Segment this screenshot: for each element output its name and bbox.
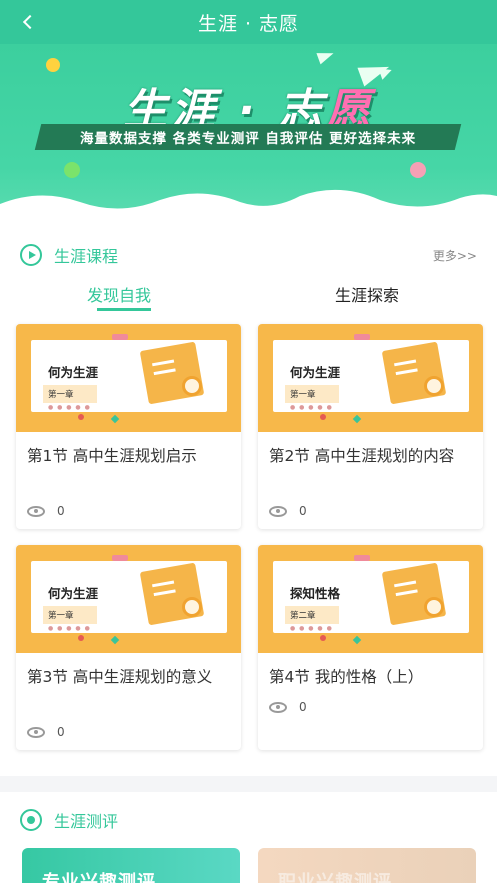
view-count: 0 bbox=[27, 504, 65, 518]
thumb-dots: ● ● ● ● ● bbox=[48, 404, 91, 411]
tab-discover-self[interactable]: 发现自我 bbox=[87, 282, 151, 306]
magnifier-icon bbox=[182, 376, 202, 396]
thumb-chapter: 第二章 bbox=[290, 611, 316, 621]
chevron-left-icon bbox=[22, 14, 38, 30]
course-card[interactable]: 何为生涯 第一章 ● ● ● ● ● 第2节 高中生涯规划的内容 0 bbox=[258, 324, 483, 529]
course-thumbnail: 何为生涯 第一章 ● ● ● ● ● bbox=[258, 324, 483, 432]
decor-ball bbox=[410, 162, 426, 178]
eye-icon bbox=[269, 701, 287, 713]
course-tabs: 发现自我 生涯探索 bbox=[0, 282, 497, 312]
top-bar: 生涯 · 志愿 bbox=[0, 0, 497, 44]
page: 生涯 · 志愿 生涯 · 志愿 海量数据支撑 各类专业测评 自我评估 更好选择未… bbox=[0, 0, 497, 883]
course-thumbnail: 何为生涯 第一章 ● ● ● ● ● bbox=[16, 324, 241, 432]
course-section: 生涯课程 更多>> 发现自我 生涯探索 何为生涯 第一章 ● ● ● ● ● 第… bbox=[0, 220, 497, 776]
eval-card-major-interest[interactable]: 专业兴趣测评 bbox=[22, 848, 240, 883]
paper-plane-icon bbox=[316, 47, 336, 65]
tab-career-explore[interactable]: 生涯探索 bbox=[335, 282, 399, 306]
thumb-chapter: 第一章 bbox=[290, 390, 316, 400]
thumb-chapter: 第一章 bbox=[48, 390, 74, 400]
view-count: 0 bbox=[269, 700, 307, 714]
magnifier-icon bbox=[182, 597, 202, 617]
eye-icon bbox=[269, 505, 287, 517]
course-card[interactable]: 何为生涯 第一章 ● ● ● ● ● 第3节 高中生涯规划的意义 0 bbox=[16, 545, 241, 750]
thumb-dots: ● ● ● ● ● bbox=[290, 404, 333, 411]
decor-ball bbox=[64, 162, 80, 178]
course-title: 第3节 高中生涯规划的意义 bbox=[27, 668, 213, 686]
view-count: 0 bbox=[27, 725, 65, 739]
more-link[interactable]: 更多>> bbox=[433, 247, 477, 264]
thumb-dots: ● ● ● ● ● bbox=[290, 625, 333, 632]
course-title: 第1节 高中生涯规划启示 bbox=[27, 447, 197, 465]
course-card[interactable]: 何为生涯 第一章 ● ● ● ● ● 第1节 高中生涯规划启示 0 bbox=[16, 324, 241, 529]
thumb-title: 何为生涯 bbox=[290, 365, 341, 380]
page-title: 生涯 · 志愿 bbox=[197, 12, 300, 35]
play-circle-icon bbox=[20, 244, 42, 266]
thumb-chapter: 第一章 bbox=[48, 611, 74, 621]
tab-active-indicator bbox=[97, 308, 151, 311]
thumb-title: 探知性格 bbox=[290, 586, 341, 601]
magnifier-icon bbox=[424, 597, 444, 617]
decor-ball bbox=[46, 58, 60, 72]
magnifier-icon bbox=[424, 376, 444, 396]
evaluation-section: 生涯测评 专业兴趣测评 职业兴趣测评 bbox=[0, 792, 497, 883]
eval-section-header: 生涯测评 bbox=[20, 808, 118, 832]
course-thumbnail: 何为生涯 第一章 ● ● ● ● ● bbox=[16, 545, 241, 653]
course-section-header: 生涯课程 bbox=[20, 243, 118, 267]
course-card[interactable]: 探知性格 第二章 ● ● ● ● ● 第4节 我的性格（上） 0 bbox=[258, 545, 483, 750]
thumb-title: 何为生涯 bbox=[48, 365, 99, 380]
eval-card-label: 职业兴趣测评 bbox=[278, 872, 392, 883]
course-title: 第2节 高中生涯规划的内容 bbox=[269, 447, 455, 465]
target-icon bbox=[20, 809, 42, 831]
back-button[interactable] bbox=[12, 6, 44, 38]
eval-cards: 专业兴趣测评 职业兴趣测评 bbox=[22, 848, 482, 883]
course-section-title: 生涯课程 bbox=[54, 247, 119, 266]
cloud-divider bbox=[0, 189, 497, 220]
eval-card-career-interest[interactable]: 职业兴趣测评 bbox=[258, 848, 476, 883]
banner[interactable]: 生涯 · 志愿 海量数据支撑 各类专业测评 自我评估 更好选择未来 bbox=[0, 44, 497, 220]
thumb-title: 何为生涯 bbox=[48, 586, 99, 601]
course-thumbnail: 探知性格 第二章 ● ● ● ● ● bbox=[258, 545, 483, 653]
eval-section-title: 生涯测评 bbox=[54, 812, 119, 831]
thumb-dots: ● ● ● ● ● bbox=[48, 625, 91, 632]
course-title: 第4节 我的性格（上） bbox=[269, 668, 424, 686]
banner-slogan-strip: 海量数据支撑 各类专业测评 自我评估 更好选择未来 bbox=[34, 124, 462, 150]
banner-slogan: 海量数据支撑 各类专业测评 自我评估 更好选择未来 bbox=[79, 131, 417, 147]
view-count: 0 bbox=[269, 504, 307, 518]
eye-icon bbox=[27, 726, 45, 738]
eye-icon bbox=[27, 505, 45, 517]
eval-card-label: 专业兴趣测评 bbox=[42, 872, 156, 883]
